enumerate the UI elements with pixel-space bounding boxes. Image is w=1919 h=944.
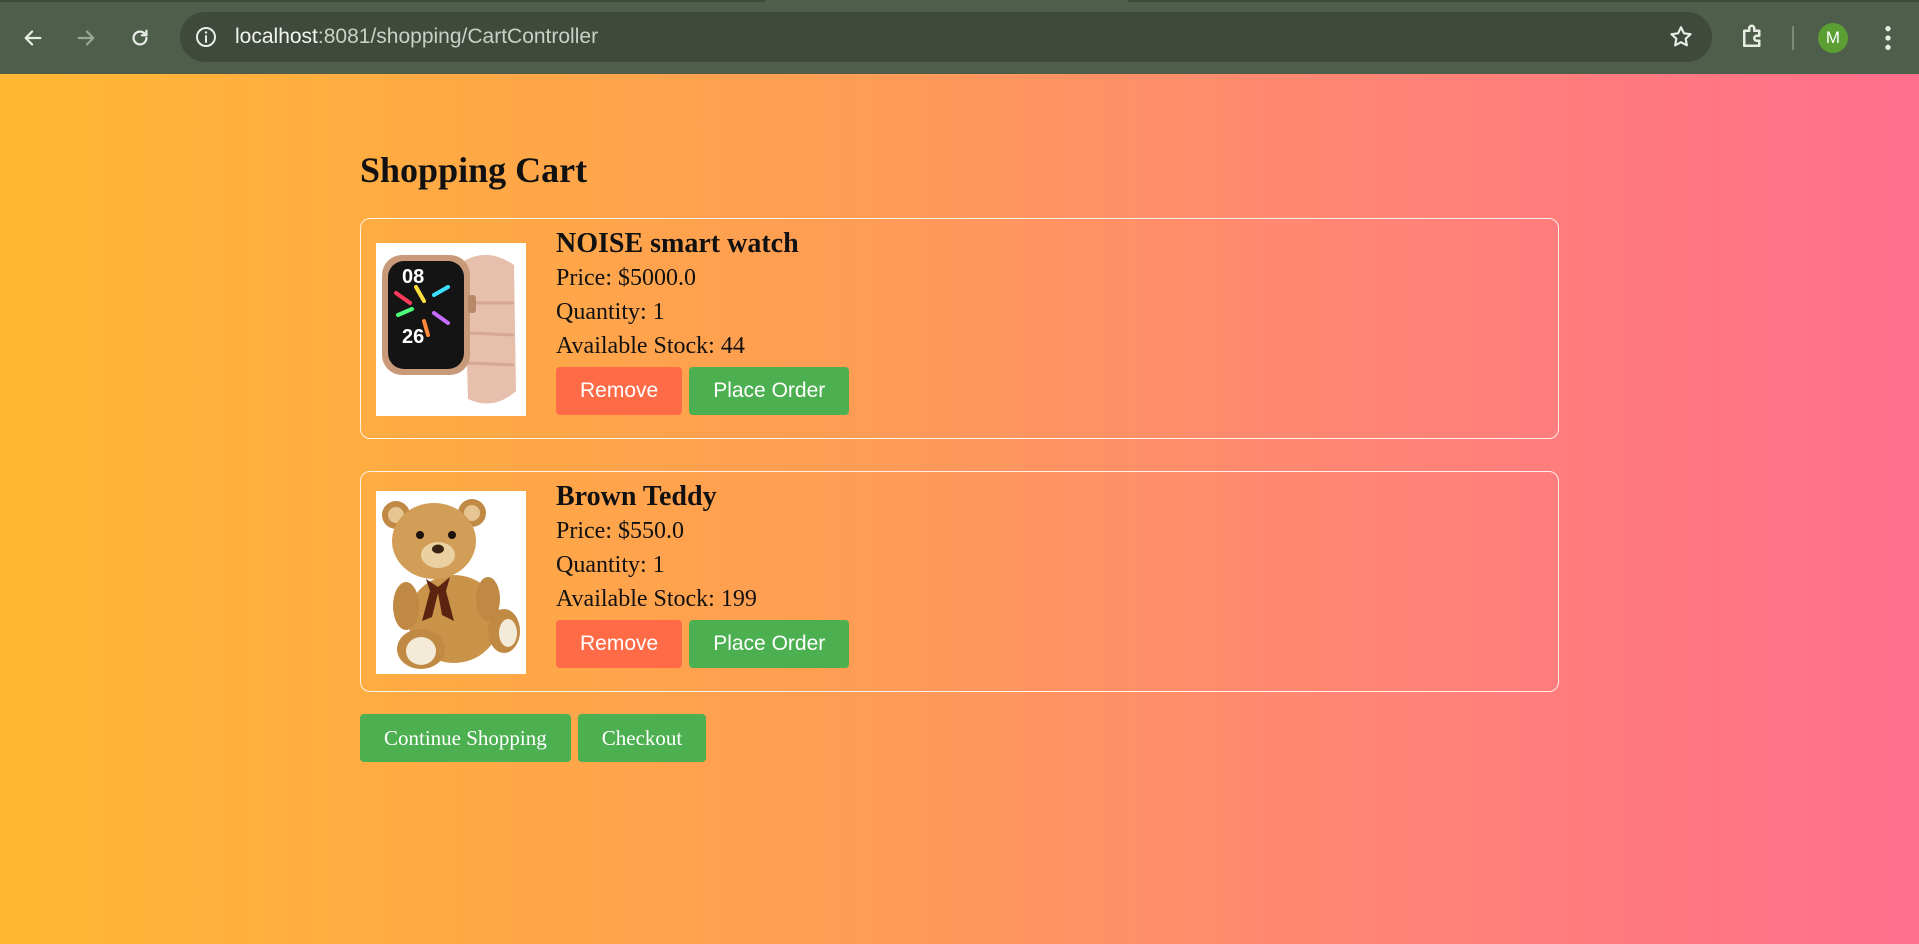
kebab-menu-icon[interactable] [1872,22,1904,54]
product-quantity: Quantity: 1 [556,299,665,325]
smart-watch-image: 08 26 [376,243,526,416]
forward-arrow-icon[interactable] [70,22,102,54]
product-name: Brown Teddy [556,481,717,512]
url-host: localhost [235,25,318,48]
place-order-button[interactable]: Place Order [689,620,850,668]
address-bar[interactable]: localhost:8081/shopping/CartController [180,12,1712,62]
url-path: :8081/shopping/CartController [317,25,599,48]
cart-item-card: Brown Teddy Price: $550.0 Quantity: 1 Av… [360,471,1559,692]
page-background: Shopping Cart 08 26 NOISE smart watch Pr… [0,74,1919,944]
product-name: NOISE smart watch [556,228,799,259]
place-order-button[interactable]: Place Order [689,367,850,415]
svg-text:26: 26 [402,326,424,348]
cart-actions: Continue Shopping Checkout [360,714,707,762]
extensions-puzzle-icon[interactable] [1738,22,1768,52]
product-price: Price: $550.0 [556,518,684,544]
url-text[interactable]: localhost:8081/shopping/CartController [235,25,598,49]
tab-strip-edge [0,0,765,2]
profile-avatar[interactable]: M [1818,23,1848,53]
remove-button[interactable]: Remove [556,620,683,668]
product-price: Price: $5000.0 [556,265,696,291]
tab-strip-edge [1128,0,1919,2]
remove-button[interactable]: Remove [556,367,683,415]
svg-text:08: 08 [402,266,424,288]
cart-item-card: 08 26 NOISE smart watch Price: $5000.0 Q… [360,218,1559,439]
product-quantity: Quantity: 1 [556,552,665,578]
reload-icon[interactable] [124,22,156,54]
item-actions: Remove Place Order [556,367,850,415]
bookmark-star-icon[interactable] [1668,24,1694,50]
page-title: Shopping Cart [360,150,588,190]
toolbar-divider [1792,26,1794,50]
cart-item-info: Brown Teddy Price: $550.0 Quantity: 1 Av… [556,480,850,668]
available-stock: Available Stock: 199 [556,586,757,612]
checkout-button[interactable]: Checkout [577,714,707,762]
cart-item-info: NOISE smart watch Price: $5000.0 Quantit… [556,227,850,415]
browser-toolbar: localhost:8081/shopping/CartController M [0,0,1919,74]
item-actions: Remove Place Order [556,620,850,668]
teddy-bear-image [376,491,526,674]
back-arrow-icon[interactable] [17,22,49,54]
site-info-icon[interactable] [194,25,218,49]
continue-shopping-button[interactable]: Continue Shopping [360,714,571,762]
available-stock: Available Stock: 44 [556,333,745,359]
